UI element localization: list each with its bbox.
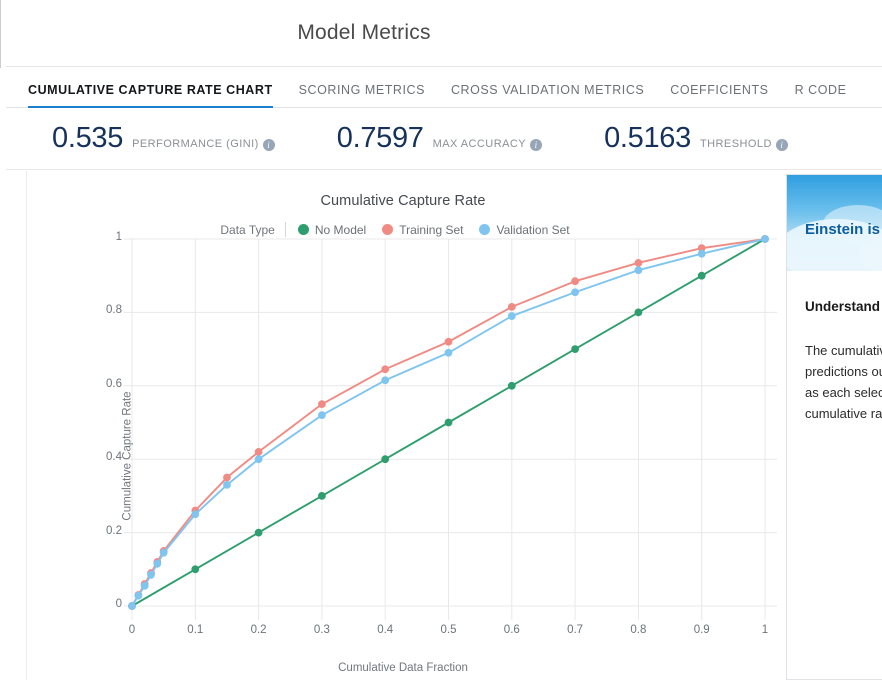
x-axis-tick-label: 0.8 — [618, 624, 658, 636]
metric-threshold: 0.5163 THRESHOLDi — [604, 122, 788, 155]
y-axis-tick-label: 0.4 — [82, 451, 122, 463]
data-point[interactable] — [762, 236, 769, 243]
data-point[interactable] — [382, 366, 389, 373]
tab-coefficients[interactable]: COEFFICIENTS — [670, 67, 768, 109]
x-axis-tick-label: 1 — [745, 624, 785, 636]
metric-label: MAX ACCURACYi — [433, 138, 542, 150]
chart-title: Cumulative Capture Rate — [27, 171, 779, 209]
x-axis-label: Cumulative Data Fraction — [27, 662, 779, 674]
y-axis-tick-label: 0.6 — [82, 378, 122, 390]
cumulative-capture-rate-chart-panel: Cumulative Capture Rate Data Type No Mod… — [26, 171, 779, 680]
data-point[interactable] — [141, 582, 148, 589]
metrics-summary-bar: 0.535 PERFORMANCE (GINI)i 0.7597 MAX ACCURA… — [6, 108, 882, 170]
y-axis-label: Cumulative Capture Rate — [122, 391, 134, 520]
data-point[interactable] — [382, 456, 389, 463]
metric-performance-gini: 0.535 PERFORMANCE (GINI)i — [52, 122, 275, 155]
data-point[interactable] — [160, 549, 167, 556]
data-point[interactable] — [319, 493, 326, 500]
tab-scoring-metrics[interactable]: SCORING METRICS — [299, 67, 425, 109]
einstein-help-panel: Einstein is Understand The cumulative ca… — [786, 174, 882, 680]
page-title: Model Metrics — [297, 21, 430, 45]
einstein-hero-title: Einstein is — [805, 221, 880, 238]
data-point[interactable] — [255, 448, 262, 455]
data-point[interactable] — [508, 303, 515, 310]
y-axis-tick-label: 1 — [82, 231, 122, 243]
metric-value: 0.5163 — [604, 122, 691, 155]
tab-r-code[interactable]: R CODE — [795, 67, 847, 109]
metric-label: THRESHOLDi — [700, 138, 788, 150]
data-point[interactable] — [635, 309, 642, 316]
x-axis-tick-label: 0.2 — [239, 624, 279, 636]
data-point[interactable] — [255, 456, 262, 463]
data-point[interactable] — [572, 289, 579, 296]
data-point[interactable] — [382, 377, 389, 384]
data-point[interactable] — [572, 346, 579, 353]
x-axis-tick-label: 0.9 — [682, 624, 722, 636]
data-point[interactable] — [698, 272, 705, 279]
tab-cumulative-capture-rate-chart[interactable]: CUMULATIVE CAPTURE RATE CHART — [28, 67, 273, 109]
data-point[interactable] — [445, 419, 452, 426]
data-point[interactable] — [192, 566, 199, 573]
data-point[interactable] — [148, 571, 155, 578]
einstein-body: Understand The cumulative capture rate c… — [787, 271, 882, 424]
info-icon[interactable]: i — [263, 139, 275, 151]
data-point[interactable] — [508, 313, 515, 320]
metric-value: 0.7597 — [337, 122, 424, 155]
model-metrics-page: Model Metrics CUMULATIVE CAPTURE RATE CH… — [0, 0, 882, 680]
einstein-description: The cumulative capture rate chart shows … — [805, 340, 882, 424]
einstein-hero-banner: Einstein is — [787, 175, 882, 271]
plot-area: Cumulative Capture Rate Cumulative Data … — [27, 231, 779, 680]
x-axis-tick-label: 0.4 — [365, 624, 405, 636]
x-axis-tick-label: 0.5 — [429, 624, 469, 636]
x-axis-tick-label: 0.7 — [555, 624, 595, 636]
data-point[interactable] — [445, 338, 452, 345]
y-axis-tick-label: 0.2 — [82, 525, 122, 537]
data-point[interactable] — [572, 278, 579, 285]
tab-bar: CUMULATIVE CAPTURE RATE CHART SCORING MET… — [6, 67, 882, 108]
data-point[interactable] — [508, 382, 515, 389]
metric-label: PERFORMANCE (GINI)i — [132, 138, 275, 150]
data-point[interactable] — [224, 474, 231, 481]
data-point[interactable] — [319, 401, 326, 408]
y-axis-tick-label: 0.8 — [82, 304, 122, 316]
data-point[interactable] — [154, 560, 161, 567]
chart-svg — [27, 231, 779, 680]
y-axis-tick-label: 0 — [82, 598, 122, 610]
x-axis-tick-label: 0.6 — [492, 624, 532, 636]
data-point[interactable] — [635, 267, 642, 274]
metric-value: 0.535 — [52, 122, 123, 155]
data-point[interactable] — [135, 592, 142, 599]
data-point[interactable] — [129, 603, 136, 610]
data-point[interactable] — [635, 259, 642, 266]
data-point[interactable] — [224, 481, 231, 488]
data-point[interactable] — [319, 412, 326, 419]
data-point[interactable] — [255, 529, 262, 536]
tab-cross-validation-metrics[interactable]: CROSS VALIDATION METRICS — [451, 67, 644, 109]
metric-max-accuracy: 0.7597 MAX ACCURACYi — [337, 122, 542, 155]
page-header: Model Metrics — [6, 0, 882, 67]
x-axis-tick-label: 0.3 — [302, 624, 342, 636]
data-point[interactable] — [445, 349, 452, 356]
x-axis-tick-label: 0.1 — [175, 624, 215, 636]
x-axis-tick-label: 0 — [112, 624, 152, 636]
info-icon[interactable]: i — [776, 139, 788, 151]
data-point[interactable] — [192, 511, 199, 518]
einstein-section-heading: Understand — [805, 299, 882, 314]
data-point[interactable] — [698, 250, 705, 257]
info-icon[interactable]: i — [530, 139, 542, 151]
